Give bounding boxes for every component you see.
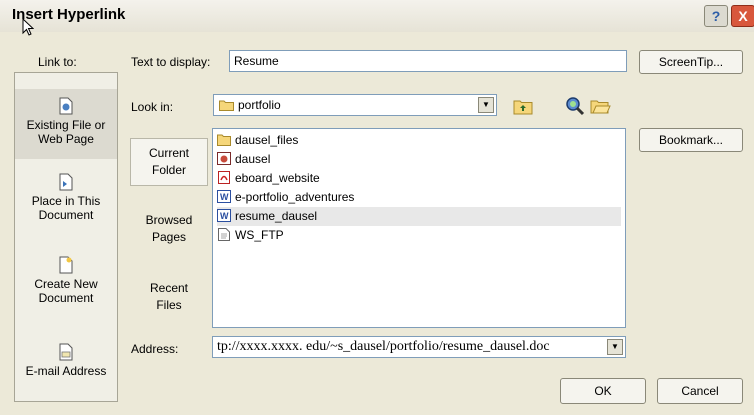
bookmark-button[interactable]: Bookmark... [639,128,743,152]
list-item[interactable]: W resume_dausel [217,207,621,226]
close-button[interactable]: X [731,5,754,27]
address-dropdown-arrow-icon[interactable]: ▼ [607,339,623,355]
svg-text:W: W [220,211,229,221]
file-source-nav: Current Folder Browsed Pages Recent File… [130,128,208,328]
link-to-create-line1: Create New [34,277,98,291]
link-to-existing-line1: Existing File or [26,118,106,132]
browse-file-icon[interactable] [589,95,611,117]
look-in-value: portfolio [238,98,281,112]
file-name: dausel_files [235,133,299,147]
address-value: tp://xxxx.xxxx. edu/~s_dausel/portfolio/… [217,339,550,354]
web-page-icon [217,152,231,165]
place-in-document-icon [59,173,73,191]
text-to-display-input[interactable]: Resume [229,50,627,72]
file-list: dausel_files dausel eboard_website W e-p… [212,128,626,328]
address-label: Address: [131,342,179,356]
link-to-existing-line2: Web Page [38,132,94,146]
current-folder-tab[interactable]: Current Folder [130,138,208,186]
mouse-cursor-icon [22,18,34,36]
search-web-icon[interactable] [564,95,586,117]
screentip-button[interactable]: ScreenTip... [639,50,743,74]
file-name: e-portfolio_adventures [235,190,355,204]
file-name: resume_dausel [235,209,318,223]
link-to-existing-file[interactable]: Existing File or Web Page [15,89,117,159]
link-to-create-new-document[interactable]: Create New Document [15,256,117,305]
text-to-display-label: Text to display: [131,55,211,69]
browsed-pages-line2: Pages [151,230,187,244]
create-new-document-icon [59,256,73,274]
existing-file-icon [59,97,73,115]
folder-icon [217,134,231,146]
browsed-pages-line1: Browsed [145,213,193,227]
list-item[interactable]: dausel [217,150,270,169]
browsed-pages-tab[interactable]: Browsed Pages [130,212,208,246]
list-item[interactable]: eboard_website [217,169,320,188]
recent-files-line2: Files [156,298,182,312]
word-document-icon: W [217,190,231,203]
svg-text:W: W [220,192,229,202]
current-folder-line1: Current [148,146,189,160]
link-to-email-address[interactable]: E-mail Address [15,343,117,378]
look-in-dropdown[interactable]: portfolio ▼ [213,94,497,116]
list-item[interactable]: W e-portfolio_adventures [217,188,354,207]
recent-files-line1: Recent [149,281,189,295]
link-to-email-line1: E-mail Address [25,364,107,378]
file-name: dausel [235,152,271,166]
cancel-button[interactable]: Cancel [657,378,743,404]
look-in-dropdown-arrow-icon[interactable]: ▼ [478,97,494,113]
link-to-place-line2: Document [38,208,94,222]
link-to-label: Link to: [38,55,77,69]
link-to-place-in-document[interactable]: Place in This Document [15,173,117,222]
insert-hyperlink-dialog: Insert Hyperlink ? X Link to: Existing F… [0,0,754,415]
help-button[interactable]: ? [704,5,728,27]
address-input[interactable]: tp://xxxx.xxxx. edu/~s_dausel/portfolio/… [212,336,626,358]
email-address-icon [59,343,73,361]
file-name: eboard_website [235,171,320,185]
up-one-folder-icon[interactable] [512,95,534,117]
title-bar: Insert Hyperlink ? X [0,0,754,36]
link-to-panel: Existing File or Web Page Place in This … [14,72,118,402]
text-file-icon [218,228,230,241]
recent-files-tab[interactable]: Recent Files [130,280,208,314]
link-to-create-line2: Document [38,291,94,305]
file-name: WS_FTP [235,228,284,242]
folder-icon [219,100,234,111]
ok-button[interactable]: OK [560,378,646,404]
current-folder-line2: Folder [151,163,186,177]
look-in-label: Look in: [131,100,174,114]
list-item[interactable]: WS_FTP [217,226,284,245]
pdf-icon [218,171,230,184]
list-item[interactable]: dausel_files [217,131,298,150]
link-to-place-line1: Place in This [31,194,101,208]
word-document-icon: W [217,209,231,222]
